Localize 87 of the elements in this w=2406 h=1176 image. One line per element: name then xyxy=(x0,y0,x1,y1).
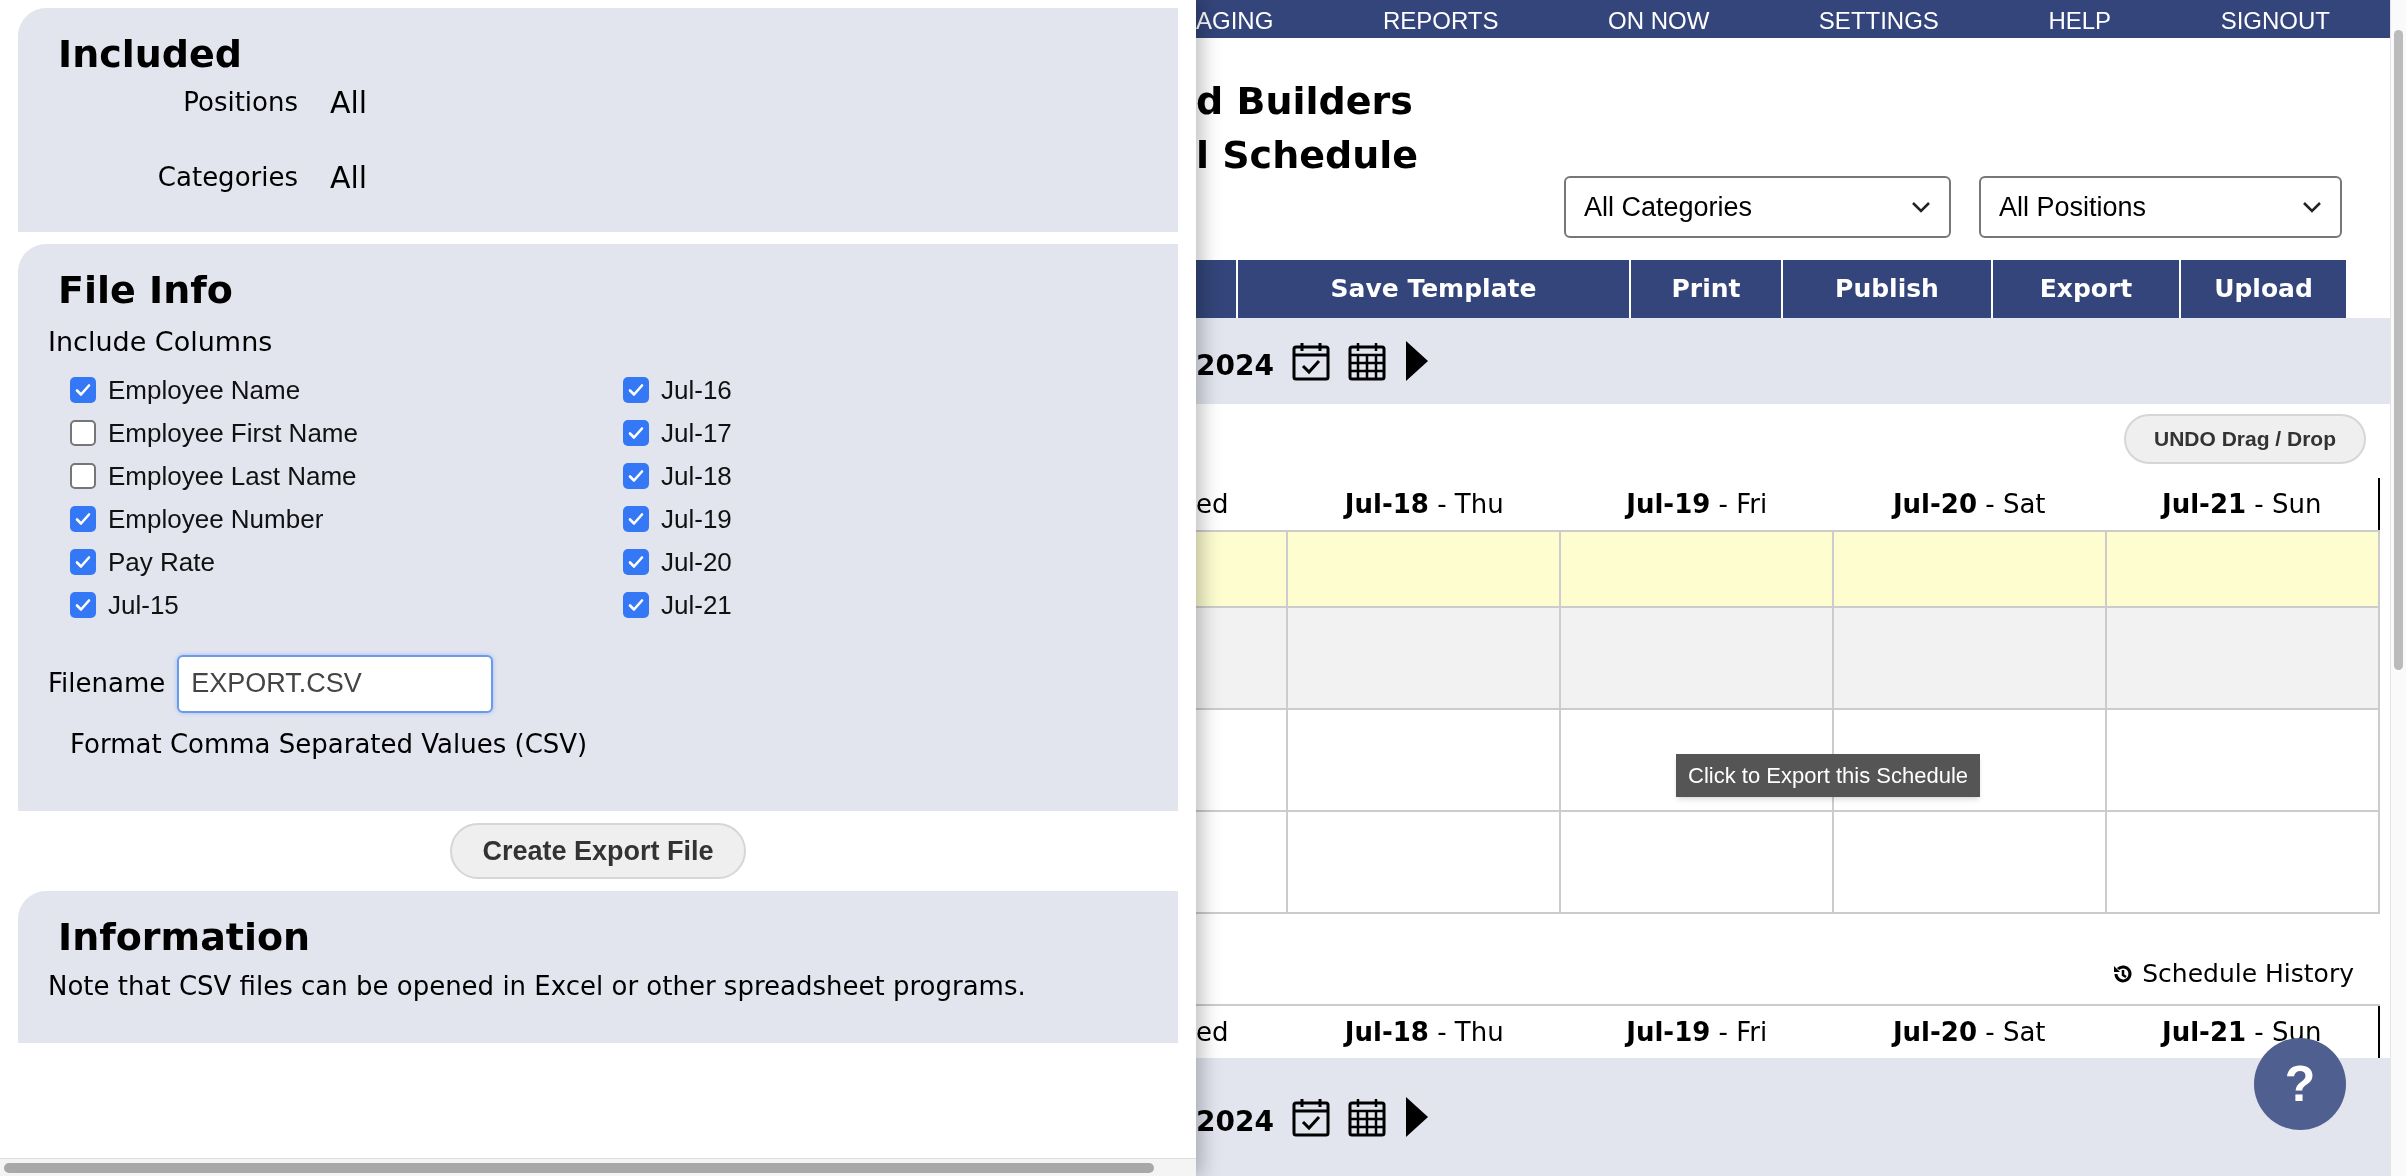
columns-label: Include Columns xyxy=(48,325,274,359)
checkbox[interactable] xyxy=(70,377,96,403)
checkbox-label: Employee Last Name xyxy=(108,459,357,493)
calendar-icon[interactable] xyxy=(1347,1097,1386,1137)
checkbox[interactable] xyxy=(623,377,649,403)
categories-select[interactable]: All Categories xyxy=(1564,176,1951,238)
filename-field[interactable]: EXPORT.CSV xyxy=(177,654,494,713)
checkbox-label: Jul-19 xyxy=(661,502,732,536)
field-value: All xyxy=(330,159,368,197)
nav-item[interactable]: ON NOW xyxy=(1608,8,1710,34)
column-header: ed xyxy=(1196,1016,1229,1047)
toolbar-button[interactable]: Save Template xyxy=(1238,260,1629,318)
format-text: Format Comma Separated Values (CSV) xyxy=(70,727,589,761)
toolbar-button[interactable]: Export xyxy=(1993,260,2179,318)
checkbox[interactable] xyxy=(70,420,96,446)
calendar-check-icon[interactable] xyxy=(1291,1097,1330,1137)
calendar-check-icon[interactable] xyxy=(1291,341,1330,381)
play-icon[interactable] xyxy=(1403,1095,1430,1139)
create-export-button[interactable]: Create Export File xyxy=(450,823,746,879)
undo-button[interactable]: UNDO Drag / Drop xyxy=(2124,414,2366,464)
toolbar-button[interactable]: Print xyxy=(1631,260,1781,318)
checkbox-label: Jul-16 xyxy=(661,373,732,407)
nav-item[interactable]: REPORTS xyxy=(1382,8,1499,34)
checkbox-label: Jul-17 xyxy=(661,416,732,450)
section-title: File Info xyxy=(58,267,234,314)
checkbox-label: Employee Name xyxy=(108,373,301,407)
week-label: 2024 xyxy=(1196,348,1274,384)
column-header: Jul-18 - Thu xyxy=(1344,1015,1504,1049)
page-title: l Schedule xyxy=(1196,132,1420,179)
checkbox-label: Jul-15 xyxy=(108,588,179,622)
week-label: 2024 xyxy=(1196,1104,1274,1140)
information-text: Note that CSV files can be opened in Excel or other spreadsheet programs. xyxy=(48,970,1027,1003)
checkbox-label: Jul-21 xyxy=(661,588,732,622)
field-label: Filename xyxy=(48,667,166,700)
checkbox[interactable] xyxy=(70,592,96,618)
checkbox-label: Jul-20 xyxy=(661,545,732,579)
checkbox[interactable] xyxy=(623,549,649,575)
column-header: Jul-20 - Sat xyxy=(1892,487,2046,521)
checkbox-label: Employee First Name xyxy=(108,416,358,450)
checkbox[interactable] xyxy=(623,506,649,532)
checkbox-label: Pay Rate xyxy=(108,545,215,579)
chevron-down-icon xyxy=(1911,201,1931,213)
checkbox[interactable] xyxy=(70,463,96,489)
scrollbar-thumb[interactable] xyxy=(4,1162,1154,1173)
column-header: Jul-18 - Thu xyxy=(1344,487,1504,521)
checkbox[interactable] xyxy=(623,592,649,618)
column-header: Jul-20 - Sat xyxy=(1892,1015,2046,1049)
check-icon xyxy=(627,553,645,571)
page-title: d Builders xyxy=(1196,78,1414,125)
schedule-history-link[interactable]: Schedule History xyxy=(2112,955,2354,993)
check-icon xyxy=(74,553,92,571)
check-icon xyxy=(627,424,645,442)
checkbox[interactable] xyxy=(70,549,96,575)
column-header: Jul-19 - Fri xyxy=(1626,1015,1768,1049)
checkbox[interactable] xyxy=(623,420,649,446)
field-label: Positions xyxy=(183,86,298,119)
nav-item[interactable]: SIGNOUT xyxy=(2220,8,2330,34)
tooltip: Click to Export this Schedule xyxy=(1676,754,1981,797)
check-icon xyxy=(627,381,645,399)
check-icon xyxy=(74,510,92,528)
check-icon xyxy=(627,596,645,614)
check-icon xyxy=(74,381,92,399)
toolbar-button[interactable]: Upload xyxy=(2181,260,2346,318)
checkbox[interactable] xyxy=(70,506,96,532)
field-value: All xyxy=(330,84,368,122)
check-icon xyxy=(74,596,92,614)
field-label: Categories xyxy=(157,161,298,194)
calendar-icon[interactable] xyxy=(1347,341,1386,381)
positions-select[interactable]: All Positions xyxy=(1979,176,2342,238)
play-icon[interactable] xyxy=(1403,339,1430,383)
scrollbar-thumb[interactable] xyxy=(2394,30,2403,670)
checkbox-label: Jul-18 xyxy=(661,459,732,493)
nav-item[interactable]: HELP xyxy=(2048,8,2112,34)
toolbar-button[interactable]: Publish xyxy=(1783,260,1991,318)
section-title: Included xyxy=(58,31,243,78)
section-title: Information xyxy=(58,914,312,961)
check-icon xyxy=(627,510,645,528)
checkbox[interactable] xyxy=(623,463,649,489)
chevron-down-icon xyxy=(2302,201,2322,213)
column-header: ed xyxy=(1196,488,1229,519)
check-icon xyxy=(627,467,645,485)
nav-item[interactable]: AGING xyxy=(1196,8,1274,34)
column-header: Jul-19 - Fri xyxy=(1626,487,1768,521)
column-header: Jul-21 - Sun xyxy=(2162,487,2322,521)
history-icon xyxy=(2112,963,2135,985)
checkbox-label: Employee Number xyxy=(108,502,324,536)
nav-item[interactable]: SETTINGS xyxy=(1818,8,1939,34)
